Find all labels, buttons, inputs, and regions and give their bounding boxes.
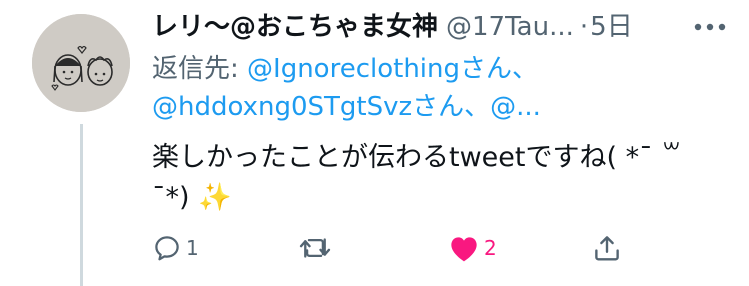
tweet-text-line: 楽しかったことが伝わるtweetですね( *¯ ꒳ xyxy=(152,142,683,173)
replying-to: 返信先: @Ignoreclothingさん、 @hddoxng0STgtSvz… xyxy=(152,50,541,126)
mention-link[interactable]: @Ignoreclothing xyxy=(247,54,460,84)
like-button[interactable]: 2 xyxy=(448,228,497,268)
replying-to-label: 返信先: xyxy=(152,54,248,84)
separator-dot: · xyxy=(579,12,589,42)
avatar-drawing xyxy=(32,14,130,112)
mention-link[interactable]: @hddoxng0STgtSvz xyxy=(152,92,412,122)
avatar[interactable] xyxy=(32,14,130,112)
mention-link[interactable]: @... xyxy=(490,92,541,122)
retweet-button[interactable] xyxy=(298,228,336,268)
user-handle[interactable]: @17Tau... xyxy=(446,10,574,44)
mention-suffix: さん、 xyxy=(460,54,539,84)
tweet-header: レリ〜@おこちゃま女神 @17Tau... · 5日 xyxy=(152,10,742,44)
reply-icon xyxy=(155,236,179,261)
thread-line xyxy=(80,124,83,286)
like-count: 2 xyxy=(484,236,497,260)
retweet-icon xyxy=(299,238,331,258)
tweet-text-line: ¯*) xyxy=(152,182,190,213)
mention-suffix: さん、 xyxy=(412,92,491,122)
timestamp[interactable]: 5日 xyxy=(590,10,633,44)
reply-count: 1 xyxy=(186,236,199,260)
reply-button[interactable]: 1 xyxy=(152,228,199,268)
share-button[interactable] xyxy=(592,228,622,268)
action-bar: 1 2 xyxy=(152,228,632,268)
display-name[interactable]: レリ〜@おこちゃま女神 xyxy=(152,10,438,44)
tweet-text: 楽しかったことが伝わるtweetですね( *¯ ꒳ ¯*) ✨ xyxy=(152,138,683,218)
sparkles-emoji: ✨ xyxy=(198,182,232,213)
more-icon[interactable] xyxy=(690,10,730,44)
like-icon xyxy=(451,237,477,262)
share-icon xyxy=(595,236,619,261)
